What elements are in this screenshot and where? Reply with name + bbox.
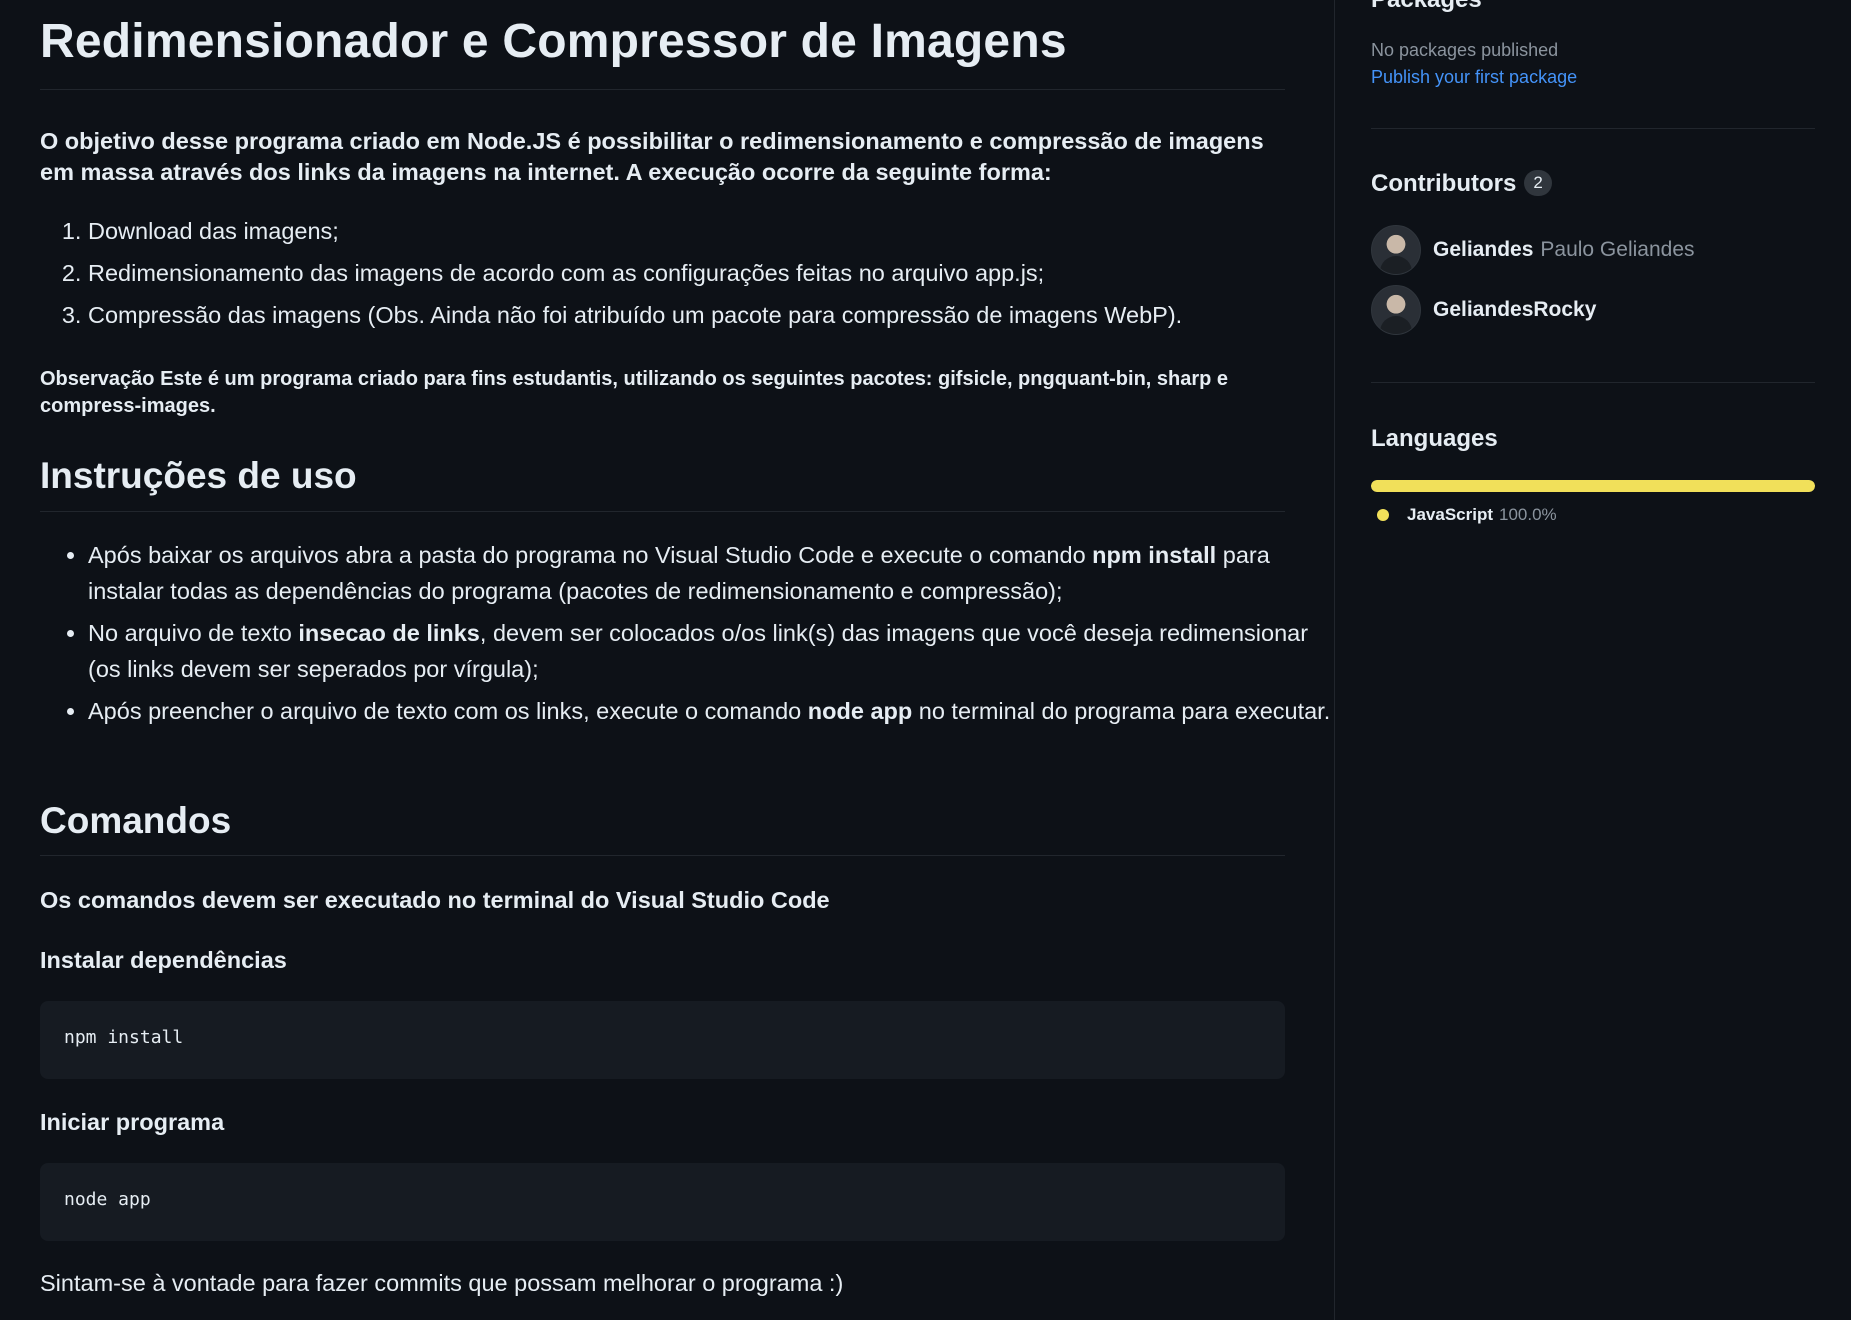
publish-package-link[interactable]: Publish your first package bbox=[1371, 67, 1577, 88]
sidebar-divider bbox=[1334, 0, 1335, 1320]
language-percent: 100.0% bbox=[1499, 505, 1557, 524]
list-item: Compressão das imagens (Obs. Ainda não f… bbox=[88, 294, 1182, 336]
divider bbox=[40, 511, 1285, 512]
contributor-login[interactable]: Geliandes bbox=[1433, 238, 1533, 262]
intro-paragraph: O objetivo desse programa criado em Node… bbox=[40, 128, 1264, 185]
code-text: npm install bbox=[64, 1027, 184, 1048]
readme-title: Redimensionador e Compressor de Imagens bbox=[40, 15, 1067, 68]
contributor-item[interactable]: Geliandes Paulo Geliandes bbox=[1371, 225, 1695, 275]
packages-heading[interactable]: Packages bbox=[1371, 0, 1482, 14]
contributor-login[interactable]: GeliandesRocky bbox=[1433, 298, 1596, 322]
divider bbox=[40, 855, 1285, 856]
contributor-name: Paulo Geliandes bbox=[1540, 238, 1695, 261]
code-text: node app bbox=[64, 1189, 151, 1210]
language-name: JavaScript bbox=[1407, 505, 1493, 524]
install-heading: Instalar dependências bbox=[40, 947, 287, 973]
commands-note: Os comandos devem ser executado no termi… bbox=[40, 887, 830, 913]
contributors-heading[interactable]: Contributors 2 bbox=[1371, 170, 1552, 198]
language-item[interactable]: JavaScript 100.0% bbox=[1377, 505, 1557, 525]
language-color-dot bbox=[1377, 509, 1389, 521]
observation-note: Observação Este é um programa criado par… bbox=[40, 368, 1229, 417]
code-block-install[interactable]: npm install bbox=[40, 1001, 1285, 1079]
usage-heading: Instruções de uso bbox=[40, 455, 357, 496]
list-item: Redimensionamento das imagens de acordo … bbox=[88, 252, 1182, 294]
languages-heading: Languages bbox=[1371, 425, 1498, 452]
avatar[interactable] bbox=[1371, 225, 1421, 275]
code-block-start[interactable]: node app bbox=[40, 1163, 1285, 1241]
divider bbox=[1371, 382, 1815, 383]
contributor-item[interactable]: GeliandesRocky bbox=[1371, 285, 1596, 335]
avatar[interactable] bbox=[1371, 285, 1421, 335]
language-bar bbox=[1371, 480, 1815, 492]
usage-list: Após baixar os arquivos abra a pasta do … bbox=[40, 537, 1333, 735]
divider bbox=[40, 89, 1285, 90]
divider bbox=[1371, 128, 1815, 129]
start-heading: Iniciar programa bbox=[40, 1109, 225, 1135]
list-item: Após baixar os arquivos abra a pasta do … bbox=[88, 537, 1333, 609]
packages-empty-text: No packages published bbox=[1371, 40, 1559, 60]
list-item: Após preencher o arquivo de texto com os… bbox=[88, 693, 1333, 729]
commands-heading: Comandos bbox=[40, 800, 232, 841]
language-bar-segment-javascript bbox=[1371, 480, 1815, 492]
closing-paragraph: Sintam-se à vontade para fazer commits q… bbox=[40, 1270, 844, 1296]
list-item: Download das imagens; bbox=[88, 210, 1182, 252]
steps-list: Download das imagens; Redimensionamento … bbox=[40, 210, 1182, 336]
list-item: No arquivo de texto insecao de links, de… bbox=[88, 615, 1333, 687]
contributors-count-badge: 2 bbox=[1524, 170, 1552, 196]
